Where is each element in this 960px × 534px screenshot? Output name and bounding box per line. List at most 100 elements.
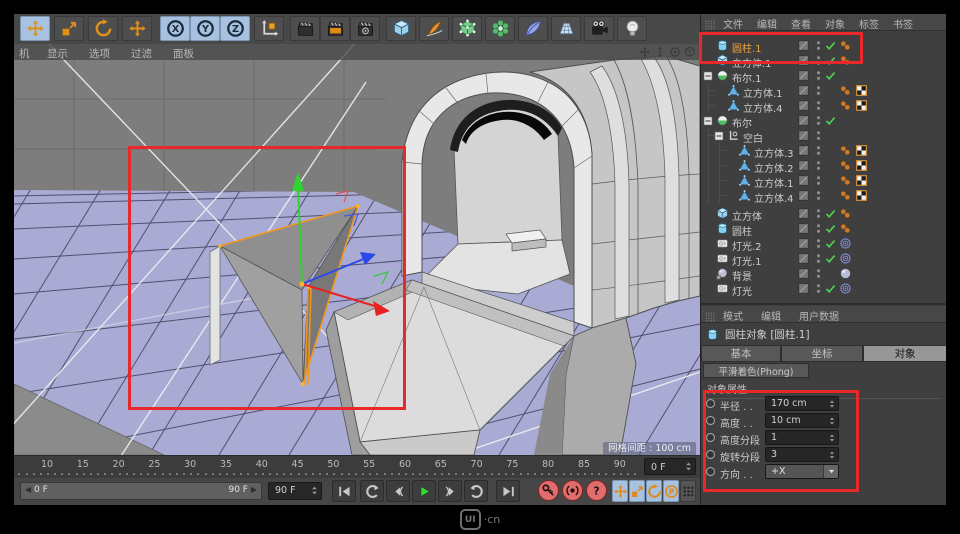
texture-tag-icon[interactable] — [855, 144, 868, 157]
layer-toggle-icon[interactable] — [797, 159, 810, 172]
record-keyframe-button[interactable] — [538, 480, 559, 501]
animation-record-dot-icon[interactable] — [705, 449, 716, 460]
phong-tag-icon[interactable] — [839, 84, 852, 97]
edit-render-settings-button[interactable] — [350, 16, 380, 41]
attribute-manager-menu-1[interactable]: 编辑 — [761, 308, 781, 323]
object-row[interactable]: 布尔 — [701, 113, 946, 130]
object-row[interactable]: 立方体.1 — [701, 83, 946, 100]
object-row[interactable]: 空白 — [701, 128, 946, 145]
tree-expand-toggle[interactable] — [703, 71, 713, 81]
timeline-ruler[interactable]: 0 F 10 15 20 25 30 35 40 45 50 55 60 65 70 75 80 85 90 — [14, 455, 700, 478]
object-row[interactable]: 圆柱 — [701, 221, 946, 238]
record-pla-button[interactable] — [680, 480, 696, 502]
viewport-menu-item-1[interactable]: 显示 — [47, 46, 68, 61]
animation-record-dot-icon[interactable] — [705, 398, 716, 409]
attribute-manager-menu-2[interactable]: 用户数据 — [799, 308, 839, 323]
add-deformer-button[interactable] — [518, 16, 548, 41]
animation-record-dot-icon[interactable] — [705, 415, 716, 426]
attribute-manager-menu-0[interactable]: 模式 — [723, 308, 743, 323]
coordinate-system-button[interactable] — [254, 16, 284, 41]
layer-toggle-icon[interactable] — [797, 54, 810, 67]
object-row[interactable]: 立方体.1 — [701, 53, 946, 70]
keyframe-options-button[interactable]: ? — [586, 480, 607, 501]
gizmo-origin[interactable] — [299, 281, 305, 287]
height-segments-stepper-icon[interactable] — [827, 433, 837, 443]
phong-tag-icon[interactable] — [839, 174, 852, 187]
object-manager-menu-4[interactable]: 标签 — [859, 16, 879, 31]
lock-y-axis-button[interactable]: Y — [190, 16, 220, 41]
phong-tag-icon[interactable] — [839, 159, 852, 172]
visibility-dots-icon[interactable] — [812, 144, 825, 157]
layer-toggle-icon[interactable] — [797, 207, 810, 220]
last-used-tool-button[interactable] — [122, 16, 152, 41]
add-camera-button[interactable] — [584, 16, 614, 41]
animation-record-dot-icon[interactable] — [705, 432, 716, 443]
add-primitive-cube-button[interactable] — [386, 16, 416, 41]
tab-coordinates[interactable]: 坐标 — [781, 345, 863, 362]
target-tag-icon[interactable] — [839, 237, 852, 250]
phong-tag-icon[interactable] — [839, 189, 852, 202]
enabled-check-icon[interactable] — [824, 39, 837, 52]
object-row[interactable]: 灯光.2 — [701, 236, 946, 253]
record-parameters-button[interactable]: P — [663, 480, 679, 502]
record-scale-button[interactable] — [629, 480, 645, 502]
viewport[interactable]: 机 显示 选项 过滤 面板 网格间距 : 100 cm — [14, 44, 700, 455]
visibility-dots-icon[interactable] — [812, 189, 825, 202]
layer-toggle-icon[interactable] — [797, 252, 810, 265]
range-right-arrow-icon[interactable]: ▶ — [251, 485, 257, 494]
visibility-dots-icon[interactable] — [812, 129, 825, 142]
layer-toggle-icon[interactable] — [797, 267, 810, 280]
radius-field[interactable]: 170 cm — [765, 396, 839, 411]
object-row[interactable]: 背景 — [701, 266, 946, 283]
visibility-dots-icon[interactable] — [812, 99, 825, 112]
viewport-menu-item-3[interactable]: 过滤 — [131, 46, 152, 61]
visibility-dots-icon[interactable] — [812, 84, 825, 97]
phong-tag-icon[interactable] — [839, 39, 852, 52]
enabled-check-icon[interactable] — [824, 237, 837, 250]
rotation-segments-stepper-icon[interactable] — [827, 450, 837, 460]
move-tool-button[interactable] — [20, 16, 50, 41]
preview-range-slider[interactable]: ◀ 0 F 90 F ▶ — [20, 482, 262, 500]
add-spline-pen-button[interactable] — [419, 16, 449, 41]
orientation-dropdown-arrow[interactable] — [823, 465, 838, 478]
layer-toggle-icon[interactable] — [797, 99, 810, 112]
viewport-zoom-icon[interactable] — [654, 46, 666, 58]
object-label[interactable]: 灯光 — [732, 283, 752, 298]
object-row[interactable]: 立方体.2 — [701, 158, 946, 175]
layer-toggle-icon[interactable] — [797, 144, 810, 157]
object-row[interactable]: 立方体.3 — [701, 143, 946, 160]
render-to-picture-viewer-button[interactable] — [320, 16, 350, 41]
object-manager-menu-5[interactable]: 书签 — [893, 16, 913, 31]
layer-toggle-icon[interactable] — [797, 174, 810, 187]
layer-toggle-icon[interactable] — [797, 237, 810, 250]
object-manager-menu-1[interactable]: 编辑 — [757, 16, 777, 31]
texture-tag-icon[interactable] — [855, 84, 868, 97]
object-row[interactable]: 灯光.1 — [701, 251, 946, 268]
viewport-toggle-view-icon[interactable] — [684, 46, 696, 58]
add-generator-subdivision-button[interactable] — [452, 16, 482, 41]
end-frame-field[interactable]: 90 F — [268, 482, 322, 500]
enabled-check-icon[interactable] — [824, 69, 837, 82]
current-frame-stepper-icon[interactable] — [683, 461, 694, 472]
tree-expand-toggle[interactable] — [714, 131, 724, 141]
go-to-end-button[interactable] — [496, 480, 520, 502]
visibility-dots-icon[interactable] — [812, 159, 825, 172]
object-manager-menu-2[interactable]: 查看 — [791, 16, 811, 31]
height-field[interactable]: 10 cm — [765, 413, 839, 428]
viewport-pan-icon[interactable] — [639, 46, 651, 58]
object-row[interactable]: 圆柱.1 — [701, 38, 946, 55]
object-row[interactable]: 立方体.4 — [701, 98, 946, 115]
phong-tag-icon[interactable] — [839, 144, 852, 157]
lock-x-axis-button[interactable]: X — [160, 16, 190, 41]
viewport-menu-item-0[interactable]: 机 — [19, 46, 30, 61]
enabled-check-icon[interactable] — [824, 282, 837, 295]
add-light-button[interactable] — [617, 16, 647, 41]
tab-phong[interactable]: 平滑着色(Phong) — [703, 363, 809, 378]
tab-basic[interactable]: 基本 — [701, 345, 781, 362]
rotation-segments-field[interactable]: 3 — [765, 447, 839, 462]
tab-object[interactable]: 对象 — [863, 345, 946, 362]
target-tag-icon[interactable] — [839, 252, 852, 265]
scale-tool-button[interactable] — [54, 16, 84, 41]
add-modeling-array-button[interactable] — [485, 16, 515, 41]
end-frame-stepper-icon[interactable] — [309, 485, 320, 496]
